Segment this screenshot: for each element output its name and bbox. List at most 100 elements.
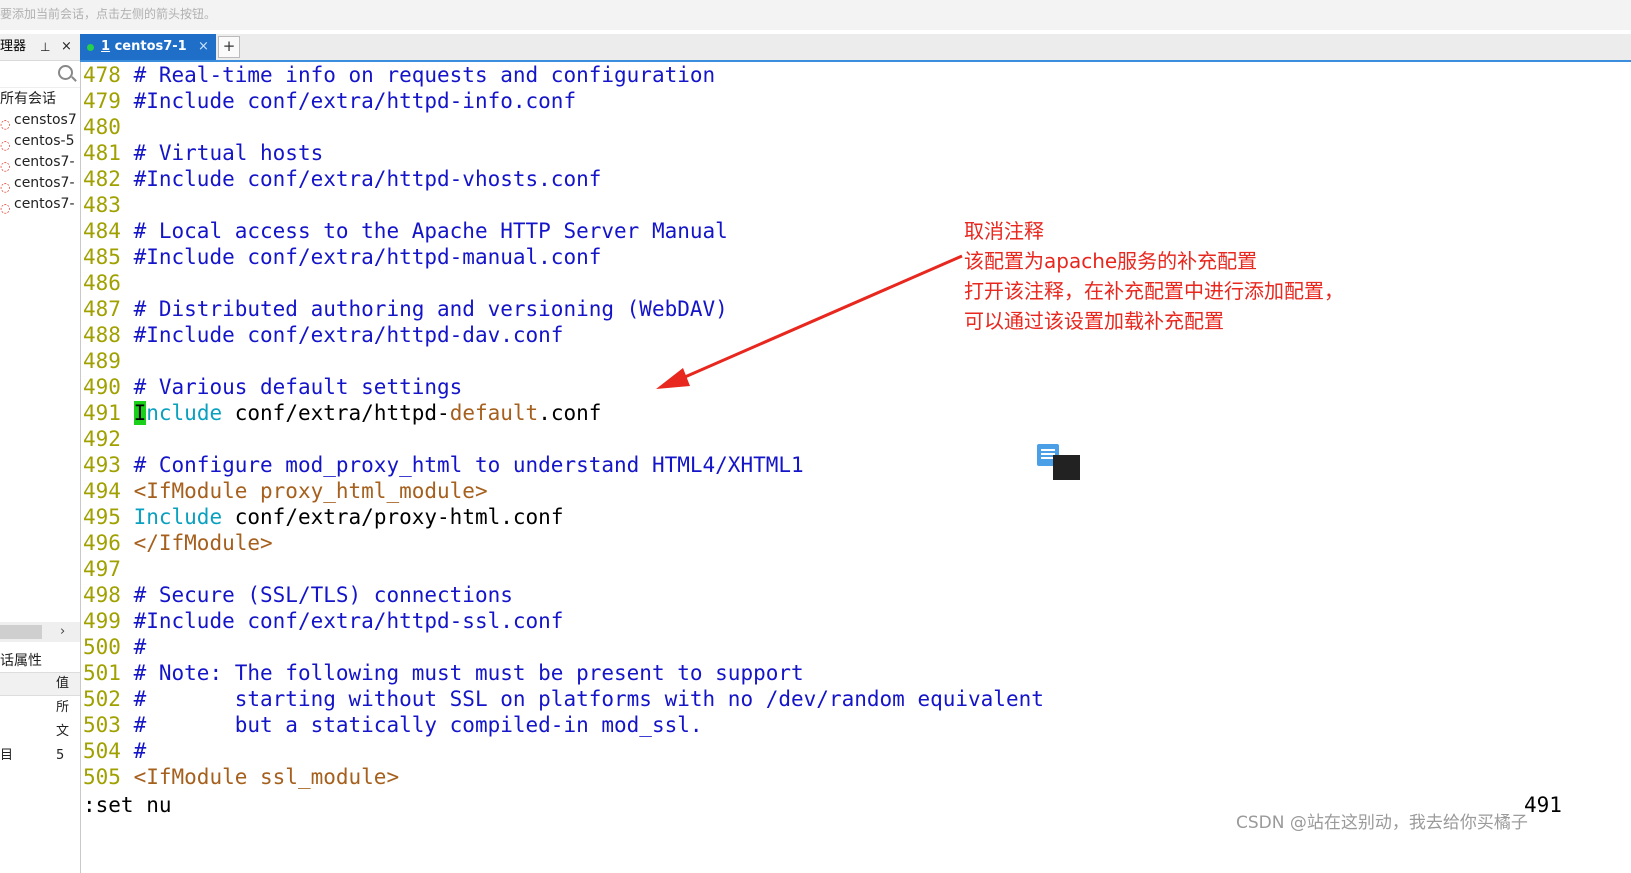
terminal-line: 502 # starting without SSL on platforms … <box>83 686 1044 712</box>
session-item[interactable]: ◌ centos7- <box>0 173 80 194</box>
scroll-right-icon[interactable]: › <box>60 622 65 642</box>
properties-header: 值 <box>0 672 80 696</box>
code-text: # <box>120 635 147 659</box>
session-search[interactable] <box>0 61 80 88</box>
tab-number: 1 <box>101 39 111 54</box>
session-manager-panel: 理器 ⊥ × 所有会话 ◌ censtos7 ◌ centos-5 ◌ centos7- ◌… <box>0 34 81 873</box>
terminal-line: 495 Include conf/extra/proxy-html.conf <box>83 504 563 530</box>
floating-widget[interactable] <box>1053 455 1080 480</box>
terminal-line: 499 #Include conf/extra/httpd-ssl.conf <box>83 608 563 634</box>
line-number: 493 <box>83 453 121 477</box>
line-number: 499 <box>83 609 121 633</box>
terminal-line: 501 # Note: The following must must be p… <box>83 660 804 686</box>
terminal-line: 490 # Various default settings <box>83 374 462 400</box>
annotation-line: 打开该注释，在补充配置中进行添加配置， <box>964 279 1344 303</box>
code-text: # Real-time info on requests and configu… <box>120 63 716 87</box>
add-tab-button[interactable]: + <box>218 36 240 58</box>
code-text: # Various default settings <box>120 375 463 399</box>
annotation-line: 可以通过该设置加载补充配置 <box>964 309 1224 333</box>
code-text: conf/extra/proxy-html.conf <box>222 505 564 529</box>
tab-centos7-1[interactable]: 1 centos7-1 × <box>80 34 216 60</box>
line-number: 479 <box>83 89 121 113</box>
code-text: # Configure mod_proxy_html to understand… <box>120 453 804 477</box>
line-number: 503 <box>83 713 121 737</box>
property-row[interactable]: 文 <box>0 720 80 744</box>
session-label: centos7- <box>14 196 75 212</box>
code-text: #Include conf/extra/httpd-dav.conf <box>120 323 564 347</box>
pin-icon[interactable]: ⊥ <box>40 34 50 60</box>
vim-command-line: :set nu <box>83 793 172 817</box>
code-text: Include <box>133 505 223 529</box>
text-cursor: I <box>133 401 147 425</box>
tab-close-icon[interactable]: × <box>198 34 209 60</box>
code-text: <IfModule ssl_module> <box>120 765 400 789</box>
properties-title: 话属性 <box>0 653 42 669</box>
tab-name: centos7-1 <box>110 39 187 54</box>
terminal-line: 504 # <box>83 738 146 764</box>
terminal-line: 479 #Include conf/extra/httpd-info.conf <box>83 88 576 114</box>
session-manager-header: 理器 ⊥ × <box>0 34 80 61</box>
code-text: # <box>120 739 147 763</box>
session-item[interactable]: ◌ censtos7 <box>0 110 80 131</box>
search-icon[interactable] <box>58 65 73 80</box>
code-text: # Secure (SSL/TLS) connections <box>120 583 513 607</box>
code-text: default <box>449 401 539 425</box>
line-number: 492 <box>83 427 121 451</box>
code-text: # Distributed authoring and versioning (… <box>120 297 728 321</box>
horizontal-scrollbar[interactable]: › <box>0 622 80 642</box>
session-properties: 话属性 值 所 文 目5 <box>0 650 80 768</box>
line-number: 502 <box>83 687 121 711</box>
code-text: # but a statically compiled-in mod_ssl. <box>120 713 703 737</box>
close-icon[interactable]: × <box>61 34 72 60</box>
session-item[interactable]: ◌ centos7- <box>0 194 80 215</box>
terminal-area[interactable]: 478 # Real-time info on requests and con… <box>83 62 1631 873</box>
session-item[interactable]: ◌ centos7- <box>0 152 80 173</box>
session-manager-title: 理器 <box>0 39 27 54</box>
watermark: CSDN @站在这别动，我去给你买橘子 <box>1236 813 1528 833</box>
line-number: 504 <box>83 739 121 763</box>
line-number: 485 <box>83 245 121 269</box>
line-number: 495 <box>83 505 121 529</box>
code-text: # Virtual hosts <box>120 141 324 165</box>
line-number: 498 <box>83 583 121 607</box>
terminal-line: 491 Include conf/extra/httpd-default.con… <box>83 400 601 426</box>
terminal-line: 482 #Include conf/extra/httpd-vhosts.con… <box>83 166 601 192</box>
line-number: 483 <box>83 193 121 217</box>
terminal-line: 485 #Include conf/extra/httpd-manual.con… <box>83 244 601 270</box>
line-number: 484 <box>83 219 121 243</box>
terminal-line: 505 <IfModule ssl_module> <box>83 764 399 790</box>
session-icon: ◌ <box>0 201 11 215</box>
line-number: 491 <box>83 401 121 425</box>
code-text: # Local access to the Apache HTTP Server… <box>120 219 728 243</box>
code-text: .conf <box>538 401 602 425</box>
code-text: </IfModule> <box>120 531 273 555</box>
property-row[interactable]: 所 <box>0 696 80 720</box>
line-number: 481 <box>83 141 121 165</box>
session-label: censtos7 <box>14 112 77 128</box>
code-text: #Include conf/extra/httpd-ssl.conf <box>120 609 564 633</box>
terminal-line: 494 <IfModule proxy_html_module> <box>83 478 488 504</box>
session-item[interactable]: ◌ centos-5 <box>0 131 80 152</box>
session-label: centos7- <box>14 175 75 191</box>
property-value: 5 <box>56 748 65 763</box>
terminal-line: 503 # but a statically compiled-in mod_s… <box>83 712 703 738</box>
annotation-line: 取消注释 <box>964 219 1044 243</box>
code-text: conf/extra/httpd- <box>222 401 450 425</box>
line-number: 482 <box>83 167 121 191</box>
code-text: # Note: The following must must be prese… <box>120 661 804 685</box>
scrollbar-thumb[interactable] <box>0 625 42 639</box>
code-text: #Include conf/extra/httpd-info.conf <box>120 89 577 113</box>
line-number: 497 <box>83 557 121 581</box>
connected-status-icon <box>87 44 94 51</box>
session-tree-root[interactable]: 所有会话 <box>0 88 80 110</box>
terminal-line: 493 # Configure mod_proxy_html to unders… <box>83 452 804 478</box>
terminal-line: 498 # Secure (SSL/TLS) connections <box>83 582 513 608</box>
terminal-line: 500 # <box>83 634 146 660</box>
property-key: 目 <box>0 748 14 763</box>
property-row[interactable]: 目5 <box>0 744 80 768</box>
code-text: # starting without SSL on platforms with… <box>120 687 1044 711</box>
session-hint-bar: 要添加当前会话，点击左侧的箭头按钮。 <box>0 0 1631 30</box>
code-text: #Include conf/extra/httpd-vhosts.conf <box>120 167 602 191</box>
value-column-header: 值 <box>56 676 70 691</box>
